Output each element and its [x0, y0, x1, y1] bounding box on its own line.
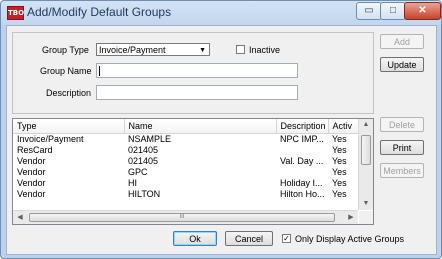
cell-description — [276, 167, 328, 178]
cell-active: Yes — [332, 167, 347, 177]
column-header-type[interactable]: Type — [13, 119, 125, 134]
vertical-scrollbar[interactable]: ▲ ▼ — [358, 119, 373, 210]
cell-type: Vendor — [17, 189, 46, 199]
scroll-up-icon[interactable]: ▲ — [360, 119, 372, 131]
window-title: Add/Modify Default Groups — [27, 5, 172, 19]
scrollbar-corner — [359, 211, 373, 224]
table-row[interactable]: Vendor 021405 Val. Day ... Yes — [13, 156, 358, 167]
cell-name: NSAMPLE — [128, 134, 172, 144]
column-header-active[interactable]: Activ — [328, 119, 359, 134]
scroll-right-icon[interactable]: ▶ — [345, 211, 357, 224]
column-header-description[interactable]: Description — [276, 119, 329, 134]
text-cursor — [99, 65, 100, 76]
group-name-input[interactable] — [96, 63, 298, 78]
minimize-button[interactable]: ▭ — [356, 2, 382, 20]
column-header-name[interactable]: Name — [124, 119, 277, 134]
cell-type: Vendor — [17, 178, 46, 188]
cell-description: NPC IMP... — [280, 134, 324, 144]
cell-active: Yes — [332, 156, 347, 166]
scroll-left-icon[interactable]: ◀ — [14, 211, 26, 224]
group-type-value: Invoice/Payment — [99, 45, 166, 55]
groups-list[interactable]: Type Name Description Activ Invoice/Paym… — [12, 118, 374, 225]
add-button[interactable]: Add — [380, 34, 424, 49]
members-button[interactable]: Members — [380, 163, 424, 178]
dropdown-arrow-icon: ▼ — [199, 47, 206, 54]
cell-type: Vendor — [17, 156, 46, 166]
horizontal-scrollbar[interactable]: ◀ III ▶ — [13, 210, 358, 224]
description-input[interactable] — [96, 85, 298, 100]
cell-name: 021405 — [128, 156, 159, 166]
groups-table: Type Name Description Activ Invoice/Paym… — [13, 119, 359, 200]
table-row[interactable]: Vendor HI Holiday I... Yes — [13, 178, 358, 189]
table-row[interactable]: Invoice/Payment NSAMPLE NPC IMP... Yes — [13, 134, 358, 146]
group-type-label: Group Type — [42, 45, 89, 55]
scroll-down-icon[interactable]: ▼ — [360, 198, 372, 210]
cell-name: 021405 — [128, 145, 159, 155]
table-row[interactable]: ResCard 021405 Yes — [13, 145, 358, 156]
delete-button[interactable]: Delete — [380, 117, 424, 132]
cell-name: GPC — [128, 167, 148, 177]
cell-type: Vendor — [17, 167, 46, 177]
group-name-label: Group Name — [40, 66, 92, 76]
dialog-client-area: Group Type Invoice/Payment ▼ Inactive Gr… — [6, 25, 437, 255]
inactive-label: Inactive — [249, 45, 281, 55]
cell-description: Val. Day ... — [280, 156, 324, 166]
update-button[interactable]: Update — [380, 57, 424, 72]
checkmark-icon: ✓ — [283, 234, 290, 243]
group-details-frame: Group Type Invoice/Payment ▼ Inactive Gr… — [12, 32, 374, 114]
cell-description — [276, 145, 328, 156]
cell-active: Yes — [332, 145, 347, 155]
vertical-scroll-thumb[interactable] — [361, 135, 371, 165]
table-header-row: Type Name Description Activ — [13, 119, 359, 134]
dialog-window: TBO Add/Modify Default Groups ▭ □ ✕ Grou… — [0, 0, 442, 259]
cell-type: ResCard — [17, 145, 53, 155]
cell-active: Yes — [332, 134, 347, 144]
description-label: Description — [46, 88, 92, 98]
cell-type: Invoice/Payment — [17, 134, 84, 144]
cell-description: Holiday I... — [280, 178, 323, 188]
only-active-label: Only Display Active Groups — [295, 234, 405, 244]
close-button[interactable]: ✕ — [404, 2, 441, 20]
app-logo-icon: TBO — [7, 6, 24, 20]
group-type-dropdown[interactable]: Invoice/Payment ▼ — [96, 43, 210, 56]
cell-active: Yes — [332, 189, 347, 199]
table-row[interactable]: Vendor GPC Yes — [13, 167, 358, 178]
maximize-button[interactable]: □ — [380, 2, 406, 20]
table-row[interactable]: Vendor HILTON Hilton Ho... Yes — [13, 189, 358, 200]
cell-name: HI — [128, 178, 137, 188]
cell-active: Yes — [332, 178, 347, 188]
cancel-button[interactable]: Cancel — [225, 231, 273, 246]
cell-name: HILTON — [128, 189, 161, 199]
horizontal-scroll-thumb[interactable]: III — [29, 213, 335, 222]
only-active-checkbox[interactable]: ✓ — [282, 234, 291, 243]
ok-button[interactable]: Ok — [173, 231, 217, 246]
title-bar[interactable]: TBO Add/Modify Default Groups ▭ □ ✕ — [1, 1, 441, 24]
print-button[interactable]: Print — [380, 140, 424, 155]
inactive-checkbox[interactable] — [236, 45, 245, 54]
cell-description: Hilton Ho... — [280, 189, 325, 199]
